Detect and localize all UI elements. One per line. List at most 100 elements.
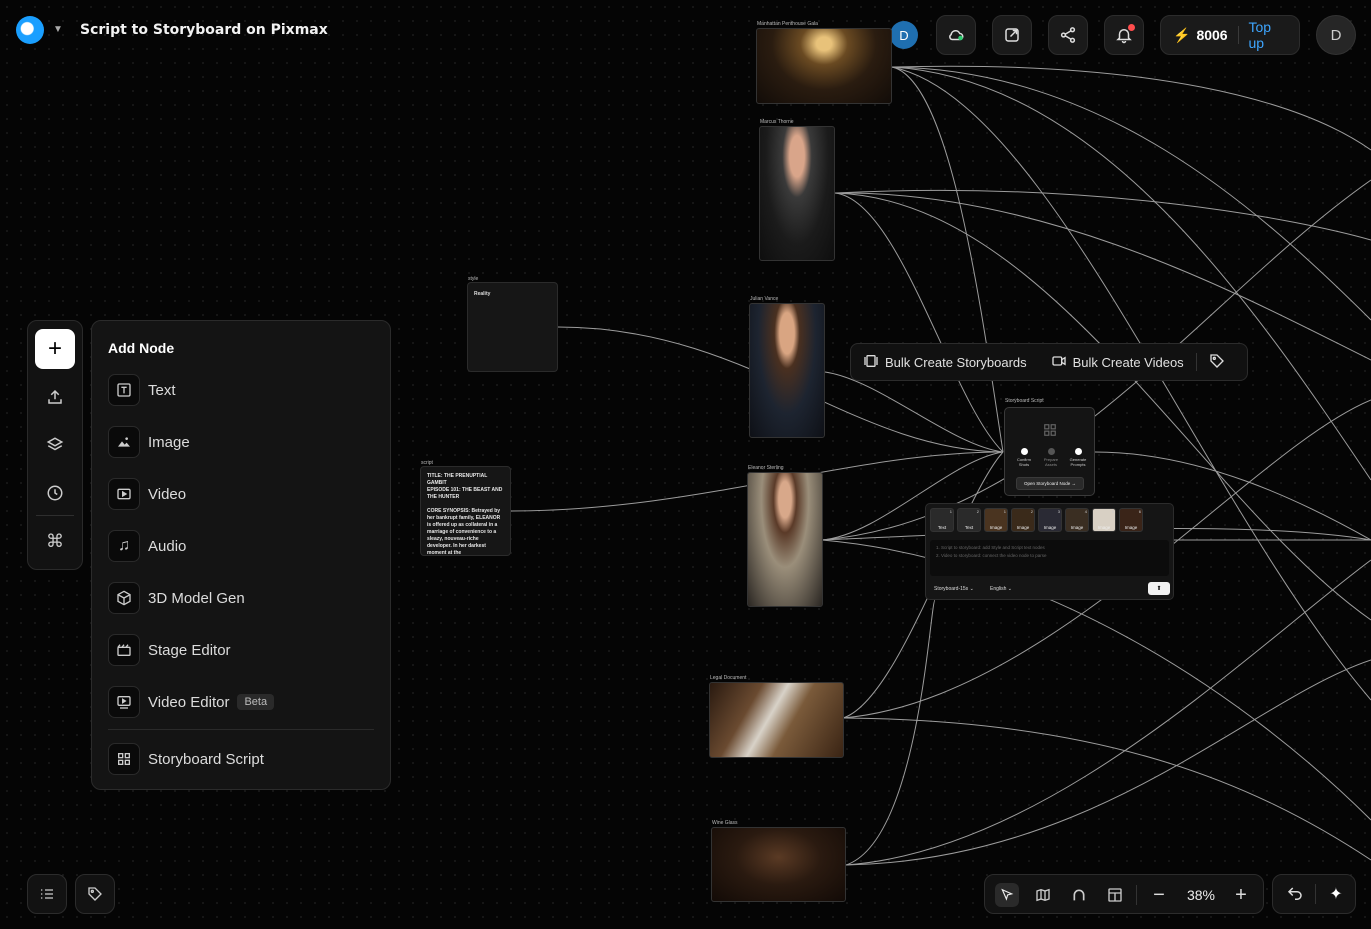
item-label: Video [148, 485, 187, 503]
external-link-icon [1005, 28, 1019, 42]
grid-icon [108, 743, 140, 775]
user-avatar[interactable]: D [1316, 15, 1356, 55]
instructions-text[interactable]: 1. Script to storyboard: add Style and S… [930, 540, 1169, 576]
share-button[interactable] [1048, 15, 1088, 55]
left-toolbar: + ⌘ [27, 320, 83, 570]
add-stage-editor-node[interactable]: Stage Editor [108, 632, 231, 668]
thumbnail-label: Image [1043, 525, 1057, 530]
upload-button[interactable] [44, 386, 66, 408]
input-thumbnail[interactable]: Text 2 [957, 508, 981, 532]
magnet-icon [1073, 889, 1085, 901]
ai-assistant-button[interactable]: ✦ [1324, 882, 1348, 906]
julian-image-node[interactable] [749, 303, 825, 438]
add-3d-model-node[interactable]: 3D Model Gen [108, 580, 245, 616]
marcus-image-node[interactable] [759, 126, 835, 261]
layout-button[interactable] [1103, 883, 1127, 907]
input-thumbnail[interactable]: Image 6 [1119, 508, 1143, 532]
outline-button[interactable] [27, 874, 67, 914]
item-label: 3D Model Gen [148, 589, 245, 607]
input-thumbnail[interactable]: Text 1 [930, 508, 954, 532]
clock-icon [47, 485, 63, 501]
layers-icon [46, 437, 64, 451]
storyboard-input-node[interactable]: Text 1 Text 2 Image 1 Image 2 Image 3 Image 4 Image 5… [925, 503, 1174, 600]
input-thumbnail[interactable]: Image 3 [1038, 508, 1062, 532]
wine-node-label: Wine Glass [712, 820, 738, 826]
open-storyboard-node-button[interactable]: Open Storyboard Node → [1016, 477, 1084, 490]
layers-button[interactable] [44, 434, 66, 456]
thumbnail-label: Image [1097, 525, 1111, 530]
pixmax-logo[interactable] [16, 16, 44, 44]
language-select[interactable]: English ⌄ [990, 586, 1012, 592]
input-thumbnail[interactable]: Image 5 [1092, 508, 1116, 532]
add-audio-node[interactable]: ♫ Audio [108, 528, 186, 564]
connect-tool-button[interactable] [1067, 883, 1091, 907]
add-node-button[interactable]: + [35, 329, 75, 369]
style-node-text: Reality [474, 291, 491, 297]
item-label: Stage Editor [148, 641, 231, 659]
input-thumbnail[interactable]: Image 1 [984, 508, 1008, 532]
top-up-link[interactable]: Top up [1249, 19, 1287, 51]
cloud-icon [949, 29, 964, 41]
bulk-create-videos-button[interactable]: Bulk Create Videos [1073, 355, 1184, 370]
thumbnail-label: Text [964, 525, 974, 530]
open-external-button[interactable] [992, 15, 1032, 55]
language-value: English [990, 586, 1007, 592]
zoom-level[interactable]: 38% [1181, 887, 1221, 903]
thumbnail-label: Image [989, 525, 1003, 530]
legal-image-node[interactable] [709, 682, 844, 758]
notification-dot [1128, 24, 1135, 31]
chevron-down-icon[interactable]: ▼ [53, 24, 63, 35]
shortcuts-button[interactable]: ⌘ [44, 530, 66, 552]
history-controls: ✦ [1272, 874, 1356, 914]
wine-image-node[interactable] [711, 827, 846, 902]
audio-icon: ♫ [108, 530, 140, 562]
history-button[interactable] [44, 482, 66, 504]
video-icon [108, 478, 140, 510]
grid-icon [1044, 424, 1056, 436]
eleanor-image-node[interactable] [747, 472, 823, 607]
step-confirm-shots: Confirm Shots [1013, 448, 1035, 467]
thumbnail-label: Image [1070, 525, 1084, 530]
add-video-node[interactable]: Video [108, 476, 186, 512]
plus-icon: + [1235, 883, 1247, 906]
zoom-in-button[interactable]: + [1229, 883, 1253, 907]
step-label: Generate Prompts [1069, 457, 1087, 467]
tags-button[interactable] [75, 874, 115, 914]
select-tool-button[interactable] [995, 883, 1019, 907]
model-select[interactable]: Storyboard-15s ⌄ [934, 586, 974, 592]
bulk-actions-toolbar: Bulk Create Storyboards Bulk Create Vide… [850, 343, 1248, 381]
item-label: Video Editor [148, 693, 230, 711]
input-thumbnail[interactable]: Image 4 [1065, 508, 1089, 532]
add-image-node[interactable]: Image [108, 424, 190, 460]
thumbnail-label: Image [1124, 525, 1138, 530]
minimap-button[interactable] [1031, 883, 1055, 907]
add-storyboard-script-node[interactable]: Storyboard Script [108, 741, 264, 777]
collaborator-avatar[interactable]: D [890, 21, 918, 49]
thumbnail-count: 3 [1057, 509, 1060, 514]
credits-widget[interactable]: ⚡ 8006 Top up [1160, 15, 1300, 55]
video-editor-icon [108, 686, 140, 718]
project-title[interactable]: Script to Storyboard on Pixmax [80, 22, 328, 38]
text-icon [108, 374, 140, 406]
storyboard-script-node[interactable]: Confirm Shots Prepare Assets Generate Pr… [1004, 407, 1095, 496]
undo-button[interactable] [1283, 882, 1307, 906]
model-value: Storyboard-15s [934, 586, 969, 592]
generate-button[interactable]: ⬆ [1148, 582, 1170, 595]
cloud-sync-button[interactable] [936, 15, 976, 55]
manhattan-image-node[interactable] [756, 28, 892, 104]
add-text-node[interactable]: Text [108, 372, 176, 408]
script-text-node[interactable]: TITLE: THE PRENUPTIAL GAMBIT EPISODE 101… [420, 466, 511, 556]
add-video-editor-node[interactable]: Video Editor Beta [108, 684, 275, 720]
item-label: Text [148, 381, 176, 399]
attached-inputs: Text 1 Text 2 Image 1 Image 2 Image 3 Image 4 Image 5… [930, 508, 1143, 532]
zoom-out-button[interactable]: − [1147, 883, 1171, 907]
eleanor-node-label: Eleanor Sterling [748, 465, 784, 471]
notifications-button[interactable] [1104, 15, 1144, 55]
script-node-text: TITLE: THE PRENUPTIAL GAMBIT EPISODE 101… [427, 473, 503, 556]
step-label: Prepare Assets [1043, 457, 1059, 467]
storyboard-node-label: Storyboard Script [1005, 398, 1044, 404]
style-text-node[interactable]: Reality [467, 282, 558, 372]
bulk-create-storyboards-button[interactable]: Bulk Create Storyboards [885, 355, 1027, 370]
input-thumbnail[interactable]: Image 2 [1011, 508, 1035, 532]
tag-icon[interactable] [1209, 353, 1225, 372]
